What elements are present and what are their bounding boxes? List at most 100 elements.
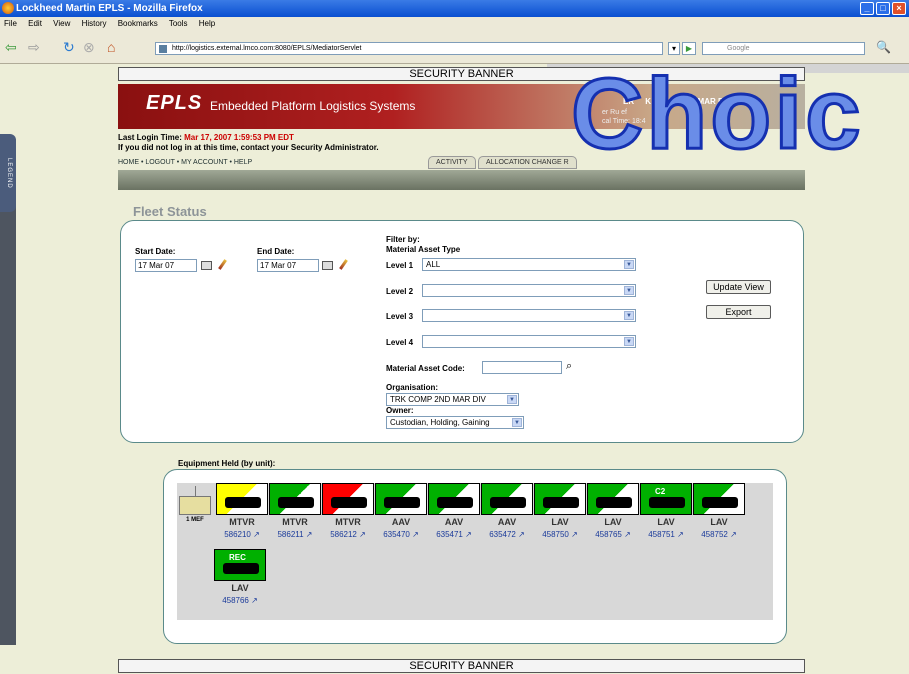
vehicle-silhouette-icon [702,497,738,508]
close-button[interactable]: × [892,2,906,15]
browser-window: Lockheed Martin EPLS - Mozilla Firefox _… [0,0,909,674]
level2-select[interactable]: ▼ [422,284,636,297]
vehicle-status-icon[interactable] [481,483,533,515]
dropdown-icon[interactable]: ▾ [668,42,680,55]
vehicle-status-icon[interactable] [269,483,321,515]
vehicle-silhouette-icon [225,497,261,508]
unit-name: LAV [551,517,569,527]
vehicle-status-icon[interactable] [428,483,480,515]
unit-number[interactable]: 586211 ↗ [269,530,321,539]
organisation-label: Organisation: [386,383,439,392]
maximize-button[interactable]: □ [876,2,890,15]
vehicle-status-icon[interactable]: C2 [640,483,692,515]
back-icon[interactable]: ⇦ [5,39,17,55]
vehicle-status-icon[interactable] [534,483,586,515]
vehicle-status-icon[interactable] [587,483,639,515]
firefox-icon [2,2,14,14]
vehicle-status-icon[interactable] [375,483,427,515]
owner-label: Owner: [386,406,414,415]
unit-number[interactable]: 635471 ↗ [428,530,480,539]
equipment-unit[interactable]: AAV 635470 ↗ [375,483,427,549]
vehicle-silhouette-icon [596,497,632,508]
menu-history[interactable]: History [82,19,107,28]
title-bar: Lockheed Martin EPLS - Mozilla Firefox _… [0,0,909,17]
window-title: Lockheed Martin EPLS - Mozilla Firefox [16,3,203,14]
equipment-unit[interactable]: LAV 458765 ↗ [587,483,639,549]
equipment-unit[interactable]: MTVR 586211 ↗ [269,483,321,549]
home-icon[interactable]: ⌂ [107,39,115,55]
unit-number[interactable]: 586210 ↗ [216,530,268,539]
equipment-unit[interactable]: AAV 635472 ↗ [481,483,533,549]
unit-number[interactable]: 458765 ↗ [587,530,639,539]
end-date-input[interactable]: 17 Mar 07 [257,259,319,272]
start-date-input[interactable]: 17 Mar 07 [135,259,197,272]
lookup-search-icon[interactable]: ⌕ [566,361,572,372]
menu-edit[interactable]: Edit [28,19,42,28]
equipment-unit[interactable]: AAV 635471 ↗ [428,483,480,549]
unit-number[interactable]: 458750 ↗ [534,530,586,539]
level4-select[interactable]: ▼ [422,335,636,348]
tab-allocation-change[interactable]: ALLOCATION CHANGE R [478,156,577,169]
tab-activity[interactable]: ACTIVITY [428,156,476,169]
calendar-icon[interactable] [201,261,212,270]
asset-code-input[interactable] [482,361,562,374]
search-icon[interactable]: 🔍 [876,39,891,55]
menu-help[interactable]: Help [199,19,215,28]
menu-file[interactable]: File [4,19,17,28]
mef-label: 1 MEF [186,517,204,523]
top-nav-links[interactable]: HOME • LOGOUT • MY ACCOUNT • HELP [118,159,252,166]
login-notice: If you did not log in at this time, cont… [118,143,379,152]
equipment-unit[interactable]: REC LAV 458766 ↗ [214,549,266,615]
menu-tools[interactable]: Tools [169,19,188,28]
unit-number[interactable]: 635470 ↗ [375,530,427,539]
legend-tab[interactable]: LEGEND [0,134,16,212]
pencil-icon[interactable] [339,259,348,270]
unit-name: LAV [710,517,728,527]
minimize-button[interactable]: _ [860,2,874,15]
chevron-down-icon: ▼ [512,418,522,427]
export-button[interactable]: Export [706,305,771,319]
page-title: Fleet Status [133,204,207,219]
url-field[interactable]: http://logistics.external.lmco.com:8080/… [155,42,663,55]
forward-icon[interactable]: ⇨ [28,39,40,55]
level3-select[interactable]: ▼ [422,309,636,322]
vehicle-silhouette-icon [331,497,367,508]
vehicle-status-icon[interactable]: REC [214,549,266,581]
header-bar [118,170,805,190]
menu-view[interactable]: View [53,19,70,28]
unit-number[interactable]: 458752 ↗ [693,530,745,539]
level1-select[interactable]: ALL ▼ [422,258,636,271]
unit-number[interactable]: 586212 ↗ [322,530,374,539]
reload-icon[interactable]: ↻ [63,39,75,55]
unit-name: LAV [657,517,675,527]
filter-by-label: Filter by: [386,235,420,244]
unit-name: MTVR [282,517,308,527]
asset-type-label: Material Asset Type [386,245,461,254]
vehicle-silhouette-icon [223,563,259,574]
update-view-button[interactable]: Update View [706,280,771,294]
calendar-icon[interactable] [322,261,333,270]
vehicle-status-icon[interactable] [322,483,374,515]
owner-select[interactable]: Custodian, Holding, Gaining ▼ [386,416,524,429]
level1-label: Level 1 [386,261,414,270]
menu-bookmarks[interactable]: Bookmarks [118,19,158,28]
unit-number[interactable]: 458766 ↗ [214,596,266,605]
equipment-unit[interactable]: LAV 458752 ↗ [693,483,745,549]
vehicle-status-icon[interactable] [693,483,745,515]
unit-number[interactable]: 458751 ↗ [640,530,692,539]
stop-icon[interactable]: ⊗ [83,39,95,55]
search-placeholder: Google [727,45,750,52]
vehicle-status-icon[interactable] [216,483,268,515]
equipment-unit[interactable]: MTVR 586212 ↗ [322,483,374,549]
equipment-unit[interactable]: C2 LAV 458751 ↗ [640,483,692,549]
equipment-unit[interactable]: MTVR 586210 ↗ [216,483,268,549]
go-icon[interactable]: ▶ [682,42,696,55]
equipment-unit[interactable]: LAV 458750 ↗ [534,483,586,549]
search-field[interactable]: Google [702,42,865,55]
unit-name: AAV [391,517,411,527]
unit-name: AAV [497,517,517,527]
mef-unit-icon[interactable] [179,486,211,515]
organisation-select[interactable]: TRK COMP 2ND MAR DIV ▼ [386,393,519,406]
pencil-icon[interactable] [218,259,227,270]
unit-number[interactable]: 635472 ↗ [481,530,533,539]
